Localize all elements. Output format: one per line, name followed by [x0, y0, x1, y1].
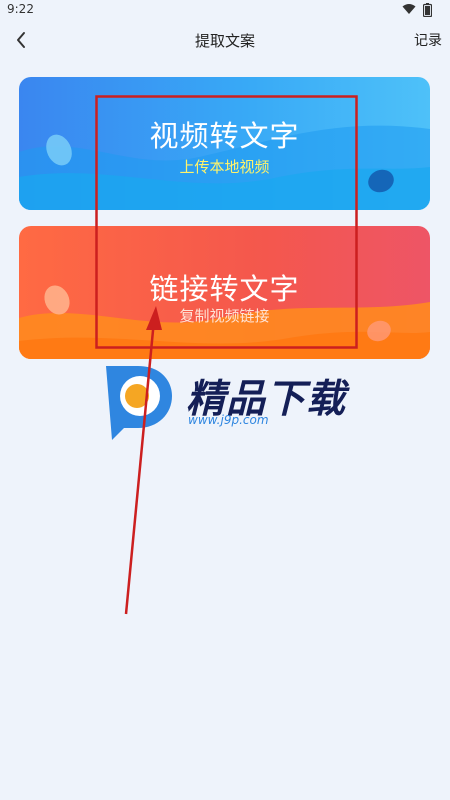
- app-header: 提取文案 记录: [0, 22, 450, 58]
- watermark: 精品下载 www.j9p.com: [98, 358, 358, 442]
- status-bar: 9:22: [0, 0, 450, 20]
- card-subtitle: 上传本地视频: [179, 158, 270, 176]
- page-title: 提取文案: [194, 32, 255, 50]
- battery-icon: [422, 3, 433, 18]
- status-icons: [402, 3, 433, 22]
- j9p-logo-icon: [106, 366, 172, 440]
- card-title: 视频转文字: [149, 119, 300, 153]
- link-to-text-card[interactable]: 链接转文字 复制视频链接: [19, 226, 430, 359]
- status-time: 9:22: [7, 2, 34, 16]
- card-title: 链接转文字: [149, 272, 300, 306]
- records-button[interactable]: 记录: [414, 30, 442, 50]
- wifi-icon: [402, 4, 416, 14]
- video-to-text-card[interactable]: 视频转文字 上传本地视频: [19, 77, 430, 210]
- watermark-url: www.j9p.com: [188, 413, 269, 427]
- card-subtitle: 复制视频链接: [179, 307, 270, 325]
